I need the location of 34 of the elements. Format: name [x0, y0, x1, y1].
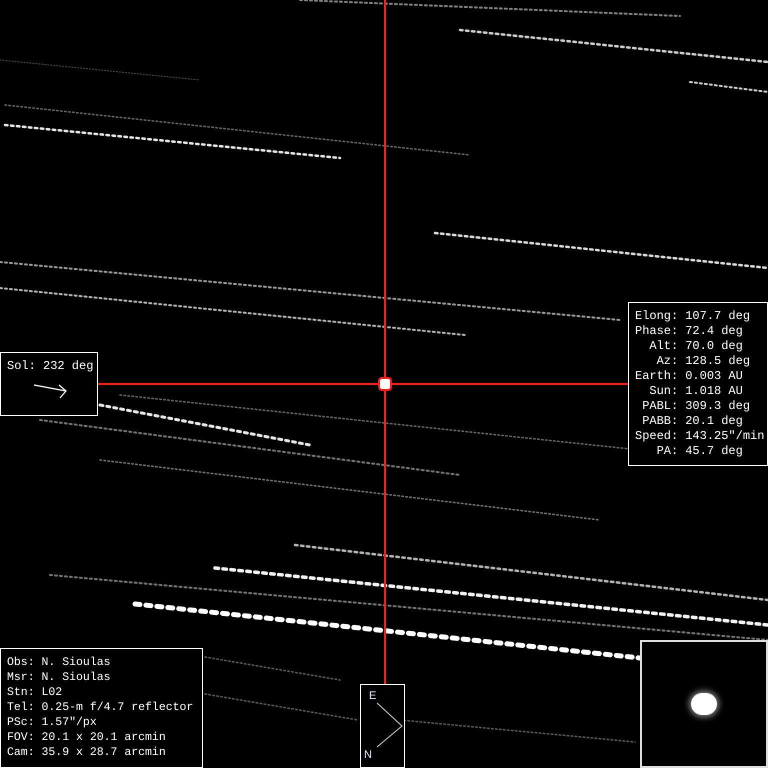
field-value: 128.5 deg: [685, 354, 752, 369]
observer-info-text: PSc: 1.57"/px: [7, 715, 98, 730]
target-object-blob: [691, 693, 717, 715]
field-label: Sun:: [648, 384, 678, 399]
field-label: Speed:: [635, 429, 678, 444]
field-value: 107.7 deg: [685, 309, 752, 324]
observer-info-text: Msr: N. Sioulas: [7, 670, 112, 685]
field-value: 143.25"/min: [685, 429, 764, 444]
field-label: PABB:: [641, 414, 678, 429]
north-label: N: [364, 749, 372, 761]
observer-info-text: FOV: 20.1 x 20.1 arcmin: [7, 730, 167, 745]
field-value: 0.003 AU: [685, 369, 744, 384]
field-value: 1.018 AU: [685, 384, 744, 399]
field-label: Az:: [656, 354, 678, 369]
observer-info-text: Tel: 0.25-m f/4.7 reflector: [7, 700, 194, 715]
field-label: Phase:: [635, 324, 678, 339]
field-label: PABL:: [641, 399, 678, 414]
field-label: Elong:: [635, 309, 678, 324]
field-label: Alt:: [648, 339, 678, 354]
target-marker: [378, 377, 392, 391]
observer-info-text: Cam: 35.9 x 28.7 arcmin: [7, 745, 167, 760]
field-value: 45.7 deg: [685, 444, 744, 459]
arrow-icon: [33, 382, 69, 400]
field-value: 309.3 deg: [685, 399, 752, 414]
field-value: 70.0 deg: [685, 339, 744, 354]
observer-info-text: Obs: N. Sioulas: [7, 655, 112, 670]
east-label: E: [369, 690, 376, 702]
field-label: Earth:: [635, 369, 678, 384]
field-value: 72.4 deg: [685, 324, 744, 339]
solar-angle-text: Sol: 232 deg: [7, 359, 91, 374]
field-value: 20.1 deg: [685, 414, 744, 429]
compass-lines-icon: [376, 702, 403, 748]
observer-info-text: Stn: L02: [7, 685, 64, 700]
field-label: PA:: [656, 444, 678, 459]
